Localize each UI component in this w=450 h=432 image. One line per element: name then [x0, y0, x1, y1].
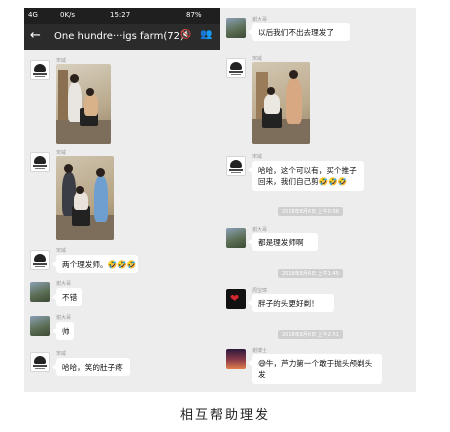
network-speed: 0K/s [60, 11, 76, 19]
message-bubble[interactable]: 帅 [52, 322, 74, 340]
message-bubble[interactable]: 😅牛，芦力第一个敢于抛头颅剃头发 [248, 354, 382, 384]
avatar[interactable] [226, 18, 246, 38]
sender-name: 宋威 [56, 150, 67, 156]
timestamp: 2018年8月6日 上午1:45 [278, 269, 343, 278]
avatar[interactable] [30, 152, 50, 172]
timestamp: 2018年8月6日 上午0:06 [278, 207, 343, 216]
photo-message[interactable] [56, 64, 111, 144]
battery-level: 87% [186, 11, 202, 19]
message-bubble[interactable]: 哈哈，笑的肚子疼 [52, 358, 130, 376]
avatar[interactable] [30, 250, 50, 270]
avatar[interactable] [226, 228, 246, 248]
members-icon[interactable]: 👥 [200, 29, 212, 40]
right-chat-screenshot: 谢大哥 以后我们不出去理发了 宋威 宋威 哈哈，这个可以有，买个推子回来，我们自… [220, 8, 416, 392]
group-title: One hundre···igs farm(72) [54, 31, 184, 42]
sender-name: 谢大哥 [56, 315, 72, 321]
figure-caption: 相互帮助理发 [179, 408, 270, 423]
photo-message[interactable] [56, 156, 114, 240]
clock: 15:27 [110, 11, 131, 19]
sender-name: 谢大哥 [252, 17, 268, 23]
avatar[interactable] [30, 316, 50, 336]
avatar[interactable] [226, 156, 246, 176]
left-chat-screenshot: 4G 0K/s 15:27 87% ← One hundre···igs far… [24, 8, 220, 392]
sender-name: 宋威 [252, 154, 263, 160]
sender-name: 谢大哥 [56, 281, 72, 287]
timestamp: 2018年8月6日 上午2:51 [278, 330, 343, 339]
message-bubble[interactable]: 哈哈，这个可以有，买个推子回来，我们自己剪🤣🤣🤣 [248, 161, 364, 191]
avatar[interactable] [30, 282, 50, 302]
message-bubble[interactable]: 都是理发师啊 [248, 233, 318, 251]
mute-icon[interactable]: 🔇 [180, 30, 191, 40]
carrier: 4G [28, 11, 38, 19]
message-bubble[interactable]: 胖子的头更好剃！ [248, 294, 334, 312]
sender-name: 谢博士 [252, 348, 268, 354]
avatar[interactable]: ❤ [226, 289, 246, 309]
message-bubble[interactable]: 两个理发师。🤣🤣🤣 [52, 255, 138, 273]
back-arrow-icon[interactable]: ← [30, 28, 41, 43]
avatar[interactable] [30, 60, 50, 80]
photo-message[interactable] [252, 62, 310, 144]
message-bubble[interactable]: 不错 [52, 288, 82, 306]
avatar[interactable] [30, 352, 50, 372]
sender-name: 宋威 [56, 248, 67, 254]
status-bar: 4G 0K/s 15:27 87% [24, 8, 220, 24]
message-bubble[interactable]: 以后我们不出去理发了 [248, 23, 350, 41]
sender-name: 宋威 [252, 56, 263, 62]
sender-name: 宋威 [56, 351, 67, 357]
chat-header: ← One hundre···igs farm(72) 🔇 👥 [24, 24, 220, 50]
sender-name: 周宝璋 [252, 288, 268, 294]
avatar[interactable] [226, 349, 246, 369]
sender-name: 宋威 [56, 58, 67, 64]
avatar[interactable] [226, 58, 246, 78]
sender-name: 谢大哥 [252, 227, 268, 233]
